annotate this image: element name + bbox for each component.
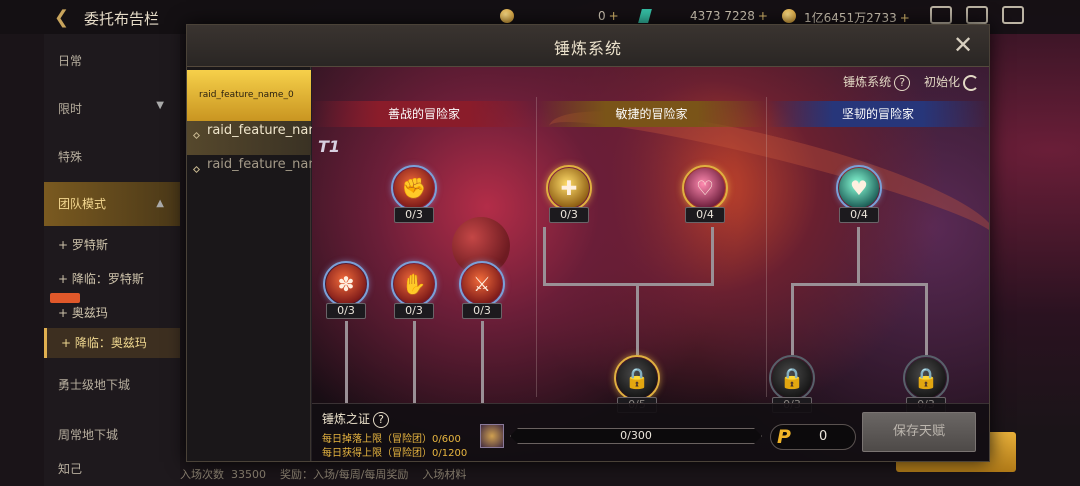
sidebar-sub-lotus[interactable]: + 罗特斯	[44, 236, 180, 253]
proof-label: 锤炼之证?	[322, 410, 390, 428]
node-count: 0/4	[685, 207, 725, 223]
node-count: 0/3	[394, 303, 434, 319]
feature-tab-2[interactable]: raid_feature_name_2	[187, 155, 344, 189]
refine-system-modal: 锤炼系统 ✕ raid_feature_name_0 raid_feature_…	[186, 24, 990, 462]
lock-icon: 🔒	[772, 358, 812, 398]
chevron-up-icon: ▲	[156, 198, 164, 209]
p-coin-icon: P	[777, 426, 791, 448]
gem-value: 4373 7228 +	[690, 9, 768, 23]
sidebar-item-confidant[interactable]: 知己	[44, 460, 180, 477]
sidebar-sub-ozma-advent[interactable]: + 降临：奥兹玛	[44, 328, 180, 358]
connector-line	[413, 321, 416, 403]
fist-icon: ✊	[394, 168, 434, 208]
sidebar-item-special[interactable]: 特殊	[44, 148, 180, 165]
currency-value: 0 +	[598, 9, 619, 23]
connector-line	[543, 283, 714, 286]
currency-icon	[500, 9, 514, 23]
node-count: 0/3	[394, 207, 434, 223]
toolbar: 锤炼系统? 初始化	[833, 73, 979, 91]
feature-list: raid_feature_name_0 raid_feature_name_1 …	[187, 67, 344, 461]
blade-icon: ⚔	[462, 264, 502, 304]
talent-tree-panel: 锤炼系统? 初始化 善战的冒险家 敏捷的冒险家 坚韧的冒险家 T1 ✊ 0/3 …	[312, 67, 989, 461]
shield-plus-icon: ✚	[549, 168, 589, 208]
proof-item-icon[interactable]	[480, 424, 504, 448]
talent-node[interactable]: ✚ 0/3	[544, 165, 594, 227]
talent-node[interactable]: ♡ 0/4	[680, 165, 730, 227]
talent-node[interactable]: ✋ 0/3	[389, 261, 439, 323]
progress-text: 0/300	[620, 429, 652, 442]
shop-icon[interactable]	[930, 6, 952, 24]
talent-node[interactable]: ⚔ 0/3	[457, 261, 507, 323]
connector-line	[481, 321, 484, 403]
screen: ❮ 委托布告栏 0 + 4373 7228 + 1亿6451万2733 + 日常 限时…	[0, 0, 1080, 486]
column-divider	[536, 97, 537, 397]
background-bottom-info: 入场次数 33500 奖励：入场/每周/每周奖励 入场材料	[180, 468, 467, 481]
column-header-combat: 善战的冒险家	[312, 101, 536, 127]
connector-line	[711, 227, 714, 285]
system-help-button[interactable]: 锤炼系统?	[843, 73, 911, 91]
save-talent-button[interactable]: 保存天赋	[862, 412, 976, 452]
daily-drop-limit: 每日掉落上限（冒险团）0/600	[322, 434, 461, 445]
sidebar: 日常 限时 ▼ 特殊 团队模式 ▲ + 罗特斯 + 降临：罗特斯 + 奥兹玛 + 降…	[44, 34, 180, 486]
sidebar-item-raid[interactable]: 团队模式 ▲	[44, 182, 180, 226]
column-header-tough: 坚韧的冒险家	[767, 101, 989, 127]
node-count: 0/3	[462, 303, 502, 319]
bottom-bar: 锤炼之证? 每日掉落上限（冒险团）0/600 每日获得上限（冒险团）0/1200…	[312, 403, 989, 461]
proof-progress-bar: 0/300	[510, 428, 762, 444]
sidebar-item-hero-dungeon[interactable]: 勇士级地下城	[44, 376, 180, 393]
column-divider	[766, 97, 767, 397]
gem-icon	[638, 9, 652, 23]
points-display: P 0	[770, 424, 856, 450]
points-value: 0	[819, 429, 828, 444]
connector-line	[925, 283, 928, 355]
diamond-icon	[192, 165, 201, 174]
lock-icon: 🔒	[617, 358, 657, 398]
modal-title: 锤炼系统	[553, 39, 622, 58]
sidebar-item-weekly-dungeon[interactable]: 周常地下城	[44, 426, 180, 443]
modal-header: 锤炼系统 ✕	[187, 25, 989, 67]
node-count: 0/4	[839, 207, 879, 223]
connector-line	[345, 321, 348, 403]
sidebar-sub-ozma[interactable]: + 奥兹玛	[44, 304, 180, 321]
daily-gain-limit: 每日获得上限（冒险团）0/1200	[322, 448, 468, 459]
menu-icon[interactable]	[1002, 6, 1024, 24]
claw-icon: ✽	[326, 264, 366, 304]
feature-tab-1[interactable]: raid_feature_name_1	[187, 121, 344, 155]
feature-tab-0[interactable]: raid_feature_name_0	[187, 70, 311, 122]
close-icon[interactable]: ✕	[949, 31, 977, 59]
connector-line	[857, 227, 860, 285]
talent-node[interactable]: ✊ 0/3	[389, 165, 439, 227]
hot-badge	[50, 293, 80, 303]
question-icon[interactable]: ?	[373, 412, 390, 428]
sidebar-sub-lotus-advent[interactable]: + 降临：罗特斯	[44, 270, 180, 287]
node-count: 0/3	[549, 207, 589, 223]
tier-label: T1	[318, 137, 341, 156]
heart-icon: ♥	[839, 168, 879, 208]
connector-line	[791, 283, 928, 286]
back-arrow-icon[interactable]: ❮	[54, 7, 69, 28]
mail-icon[interactable]	[966, 6, 988, 24]
reset-button[interactable]: 初始化	[924, 73, 979, 91]
diamond-icon	[192, 131, 201, 140]
connector-line	[543, 227, 546, 285]
sidebar-item-daily[interactable]: 日常	[44, 52, 180, 69]
connector-line	[791, 283, 794, 355]
talent-node[interactable]: ♥ 0/4	[834, 165, 884, 227]
lock-icon: 🔒	[906, 358, 946, 398]
question-icon: ?	[894, 75, 911, 91]
connector-line	[636, 283, 639, 355]
chevron-down-icon: ▼	[156, 100, 164, 111]
reset-icon	[963, 74, 979, 91]
talent-node[interactable]: ✽ 0/3	[321, 261, 371, 323]
gold-icon	[782, 9, 796, 23]
node-count: 0/3	[326, 303, 366, 319]
sidebar-item-limited[interactable]: 限时 ▼	[44, 100, 180, 117]
strike-icon: ✋	[394, 264, 434, 304]
page-title: 委托布告栏	[84, 10, 160, 28]
column-header-agile: 敏捷的冒险家	[537, 101, 766, 127]
heart-plus-icon: ♡	[685, 168, 725, 208]
